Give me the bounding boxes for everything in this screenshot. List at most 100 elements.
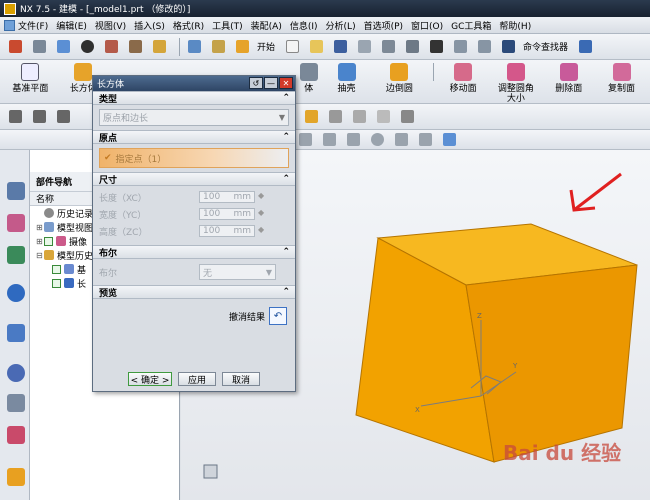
snap-icon[interactable]	[30, 108, 48, 126]
menu-insert[interactable]: 插入(S)	[134, 19, 165, 32]
snap-icon[interactable]	[6, 108, 24, 126]
partial-button[interactable]: 体	[299, 63, 318, 94]
collapse-icon[interactable]: ⌃	[282, 93, 290, 103]
history-icon[interactable]	[7, 364, 25, 382]
height-input[interactable]: 100 mm	[199, 225, 255, 237]
spinner-icon[interactable]: ◆	[258, 191, 268, 203]
menu-edit[interactable]: 编辑(E)	[56, 19, 87, 32]
menu-tools[interactable]: 工具(T)	[212, 19, 243, 32]
undo-result-button[interactable]: ↶	[269, 307, 287, 325]
circle-icon[interactable]	[368, 131, 386, 149]
snap-icon[interactable]	[54, 108, 72, 126]
datum-plane-button[interactable]: 基准平面	[6, 63, 55, 94]
section-boolean-header[interactable]: 布尔 ⌃	[93, 245, 295, 259]
menu-info[interactable]: 信息(I)	[290, 19, 318, 32]
section-preview-header[interactable]: 预览 ⌃	[93, 285, 295, 299]
close-icon[interactable]: ✕	[279, 77, 293, 89]
select-icon[interactable]	[576, 38, 594, 56]
start-button[interactable]: 开始	[233, 38, 275, 56]
spinner-icon[interactable]: ◆	[258, 208, 268, 220]
shape-icon[interactable]	[150, 38, 168, 56]
box-icon[interactable]	[326, 108, 344, 126]
edge-blend-button[interactable]: 边倒圆	[375, 63, 424, 94]
collapse-icon[interactable]: ⌃	[282, 287, 290, 297]
cube-icon[interactable]	[54, 38, 72, 56]
length-input[interactable]: 100 mm	[199, 191, 255, 203]
delete-icon[interactable]	[427, 38, 445, 56]
triangle-icon[interactable]	[374, 108, 392, 126]
layer-icon[interactable]	[398, 108, 416, 126]
paste-icon[interactable]	[403, 38, 421, 56]
resize-blend-button[interactable]: 调整圆角大小	[492, 63, 541, 104]
hd3d-icon[interactable]	[7, 324, 25, 342]
collapse-icon[interactable]: ⌃	[282, 247, 290, 257]
section-dimensions-header[interactable]: 尺寸 ⌃	[93, 172, 295, 186]
menu-view[interactable]: 视图(V)	[95, 19, 126, 32]
constraint-navigator-icon[interactable]	[7, 214, 25, 232]
part-navigator-icon[interactable]	[7, 246, 25, 264]
assembly-navigator-icon[interactable]	[7, 182, 25, 200]
copy-icon[interactable]	[379, 38, 397, 56]
menu-format[interactable]: 格式(R)	[173, 19, 204, 32]
collapse-icon[interactable]: ⊟	[36, 251, 44, 260]
rotate-icon[interactable]	[185, 38, 203, 56]
box-right-face[interactable]	[465, 264, 638, 463]
menu-gc-toolbox[interactable]: GC工具箱	[451, 19, 491, 32]
delete-face-button[interactable]: 删除面	[544, 63, 593, 94]
block-icon[interactable]	[102, 38, 120, 56]
redo-icon[interactable]	[475, 38, 493, 56]
minimize-icon[interactable]: —	[264, 77, 278, 89]
layer-icon[interactable]	[126, 38, 144, 56]
width-input[interactable]: 100 mm	[199, 208, 255, 220]
shell-button[interactable]: 抽壳	[322, 63, 371, 94]
plane-icon[interactable]	[350, 108, 368, 126]
command-finder-button[interactable]: 命令查找器	[499, 38, 568, 56]
reuse-library-icon[interactable]	[7, 284, 25, 302]
ok-button[interactable]: < 确定 >	[128, 372, 172, 386]
reset-icon[interactable]: ↺	[249, 77, 263, 89]
roles-icon[interactable]	[7, 426, 25, 444]
system-materials-icon[interactable]	[7, 394, 25, 412]
menu-preferences[interactable]: 首选项(P)	[364, 19, 403, 32]
menu-help[interactable]: 帮助(H)	[499, 19, 531, 32]
apply-button[interactable]: 应用	[178, 372, 216, 386]
new-icon[interactable]	[6, 38, 24, 56]
undo-icon[interactable]	[451, 38, 469, 56]
boolean-dropdown[interactable]: 无 ▼	[199, 264, 276, 280]
new-file-icon[interactable]	[283, 38, 301, 56]
specify-point-field[interactable]: ✔ 指定点（1）	[99, 148, 289, 168]
menu-assembly[interactable]: 装配(A)	[251, 19, 282, 32]
dialog-titlebar[interactable]: 长方体 ↺ — ✕	[93, 76, 295, 91]
expand-icon[interactable]: ⊞	[36, 237, 44, 246]
palette-icon[interactable]	[7, 468, 25, 486]
expand-icon[interactable]: ⊞	[36, 223, 44, 232]
pan-icon[interactable]	[209, 38, 227, 56]
arc-icon[interactable]	[344, 131, 362, 149]
plus-icon[interactable]	[392, 131, 410, 149]
sketch-icon[interactable]	[302, 108, 320, 126]
line-icon[interactable]	[320, 131, 338, 149]
point-icon[interactable]	[296, 131, 314, 149]
menu-analysis[interactable]: 分析(L)	[326, 19, 356, 32]
checkbox-icon[interactable]	[44, 236, 53, 246]
move-face-button[interactable]: 移动面	[439, 63, 488, 94]
cancel-button[interactable]: 取消	[222, 372, 260, 386]
collapse-icon[interactable]: ⌃	[282, 174, 290, 184]
tool-icon[interactable]	[30, 38, 48, 56]
checkbox-icon[interactable]	[52, 264, 61, 274]
sphere-icon[interactable]	[78, 38, 96, 56]
section-origin-header[interactable]: 原点 ⌃	[93, 130, 295, 144]
section-type-header[interactable]: 类型 ⌃	[93, 91, 295, 105]
slash-icon[interactable]	[416, 131, 434, 149]
cube-icon[interactable]	[440, 131, 458, 149]
menu-file[interactable]: 文件(F)	[4, 19, 48, 32]
collapse-icon[interactable]: ⌃	[282, 132, 290, 142]
save-icon[interactable]	[331, 38, 349, 56]
spinner-icon[interactable]: ◆	[258, 225, 268, 237]
menu-window[interactable]: 窗口(O)	[411, 19, 443, 32]
copy-face-button[interactable]: 复制面	[597, 63, 646, 94]
cut-icon[interactable]	[355, 38, 373, 56]
checkbox-icon[interactable]	[52, 278, 61, 288]
type-dropdown[interactable]: 原点和边长 ▼	[99, 109, 289, 126]
open-icon[interactable]	[307, 38, 325, 56]
